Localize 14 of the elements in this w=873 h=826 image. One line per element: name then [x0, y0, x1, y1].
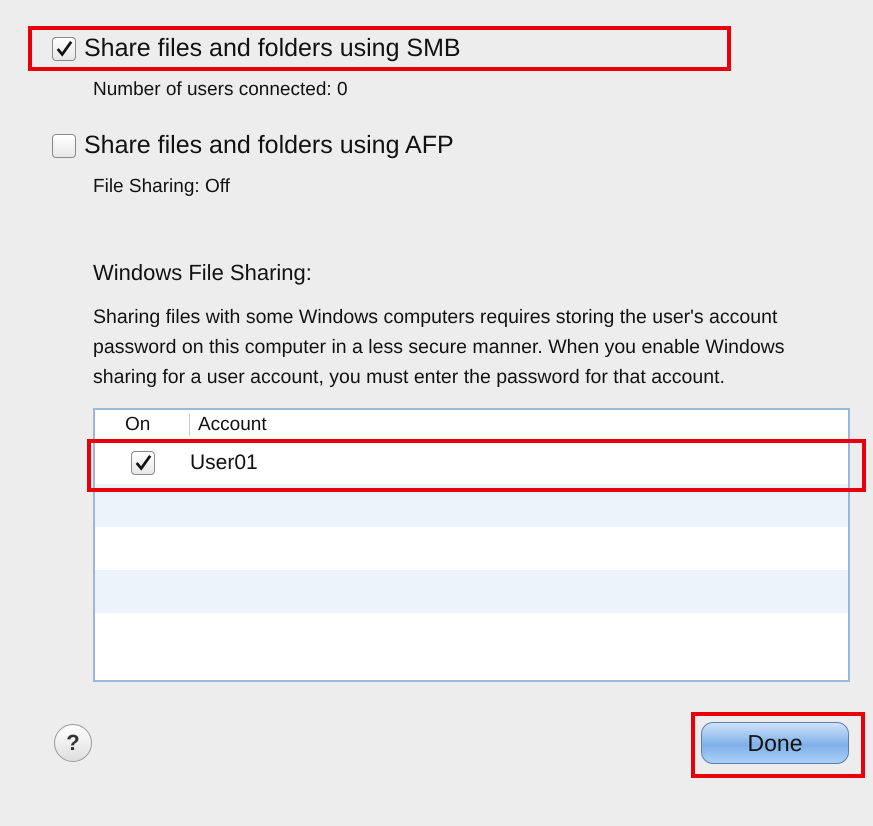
column-header: Account: [197, 414, 268, 436]
account-name: User01: [190, 450, 258, 474]
status-text: Number of users connected: 0: [93, 79, 349, 101]
share-option[interactable]: Share files and folders using AFP: [52, 131, 454, 160]
column-header: On: [95, 414, 190, 436]
help-button[interactable]: ?: [54, 724, 92, 762]
share-option[interactable]: Share files and folders using SMB: [52, 34, 461, 63]
checkmark-icon: [134, 454, 152, 472]
description-text: Sharing files with some Windows computers requires storing the user's account password on this computer in a less secure manner. When you enable Windows sharing for a user account, you must enter the password for that account.: [93, 305, 786, 390]
done-button[interactable]: Done: [701, 722, 849, 764]
checkmark-icon: [55, 40, 73, 58]
section-heading: Windows File Sharing:: [93, 260, 313, 286]
status-text: File Sharing: Off: [93, 176, 231, 198]
account-checkbox[interactable]: [130, 450, 154, 474]
